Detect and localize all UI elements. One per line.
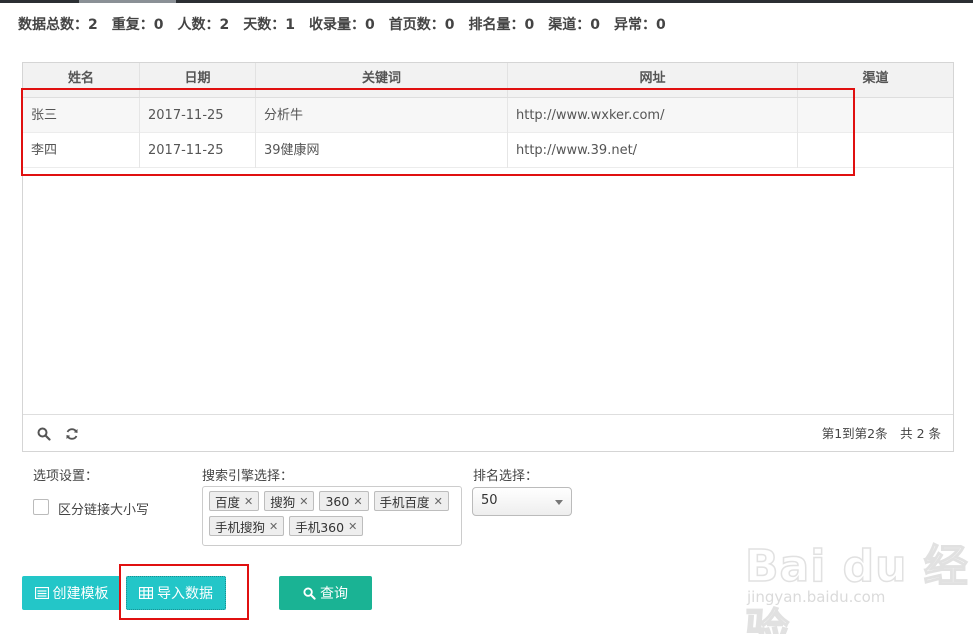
highlight-box-import xyxy=(119,564,249,620)
close-icon[interactable]: ✕ xyxy=(244,495,253,508)
rank-select[interactable]: 50 xyxy=(472,487,572,516)
pagination-info: 第1到第2条 共 2 条 xyxy=(821,426,941,441)
engine-tag: 百度 ✕ xyxy=(209,491,260,511)
search-icon xyxy=(303,586,316,600)
stat-homepage: 首页数：0 xyxy=(388,17,455,33)
engine-tag: 手机百度 ✕ xyxy=(373,491,449,511)
stat-people: 人数：2 xyxy=(177,17,230,33)
create-template-button[interactable]: 创建模板 xyxy=(22,576,121,610)
close-icon[interactable]: ✕ xyxy=(434,495,443,508)
rank-select-value: 50 xyxy=(481,493,498,508)
stat-days: 天数：1 xyxy=(243,17,295,33)
case-sensitive-checkbox[interactable] xyxy=(33,499,49,515)
stat-total: 数据总数：2 xyxy=(18,17,98,33)
stat-indexed: 收录量：0 xyxy=(309,17,375,33)
list-icon xyxy=(34,587,49,599)
rank-label: 排名选择： xyxy=(473,469,539,484)
watermark-url: jingyan.baidu.com xyxy=(747,588,886,606)
engine-label: 搜索引擎选择： xyxy=(202,469,294,484)
stat-channel: 渠道：0 xyxy=(548,17,600,33)
query-button[interactable]: 查询 xyxy=(279,576,372,610)
stat-abnormal: 异常：0 xyxy=(614,17,666,33)
close-icon[interactable]: ✕ xyxy=(299,495,308,508)
engine-tag: 手机360 ✕ xyxy=(289,516,364,536)
case-sensitive-label: 区分链接大小写 xyxy=(58,503,150,518)
engine-tag: 手机搜狗 ✕ xyxy=(209,516,285,536)
engine-tag: 搜狗 ✕ xyxy=(264,491,315,511)
stats-bar: 数据总数：2 重复：0 人数：2 天数：1 收录量：0 首页数：0 排名量：0 … xyxy=(18,14,666,34)
close-icon[interactable]: ✕ xyxy=(353,495,362,508)
baidu-watermark: Bai du 经验 jingyan.baidu.com xyxy=(744,520,970,634)
close-icon[interactable]: ✕ xyxy=(348,520,357,533)
engine-tag: 360 ✕ xyxy=(319,491,369,511)
options-label: 选项设置： xyxy=(33,469,99,484)
stat-duplicate: 重复：0 xyxy=(111,17,164,33)
search-icon[interactable] xyxy=(35,425,53,443)
stat-ranked: 排名量：0 xyxy=(468,17,535,33)
chevron-down-icon xyxy=(555,500,563,505)
table-footer: 第1到第2条 共 2 条 xyxy=(23,414,953,451)
highlight-box-rows xyxy=(21,88,855,176)
refresh-icon[interactable] xyxy=(63,425,81,443)
engine-multiselect[interactable]: 百度 ✕ 搜狗 ✕ 360 ✕ 手机百度 ✕ 手机搜狗 ✕ 手机360 ✕ xyxy=(202,486,462,546)
active-tab-indicator[interactable] xyxy=(79,0,176,3)
watermark-logo-text: Bai du 经验 xyxy=(744,540,969,634)
close-icon[interactable]: ✕ xyxy=(269,520,278,533)
